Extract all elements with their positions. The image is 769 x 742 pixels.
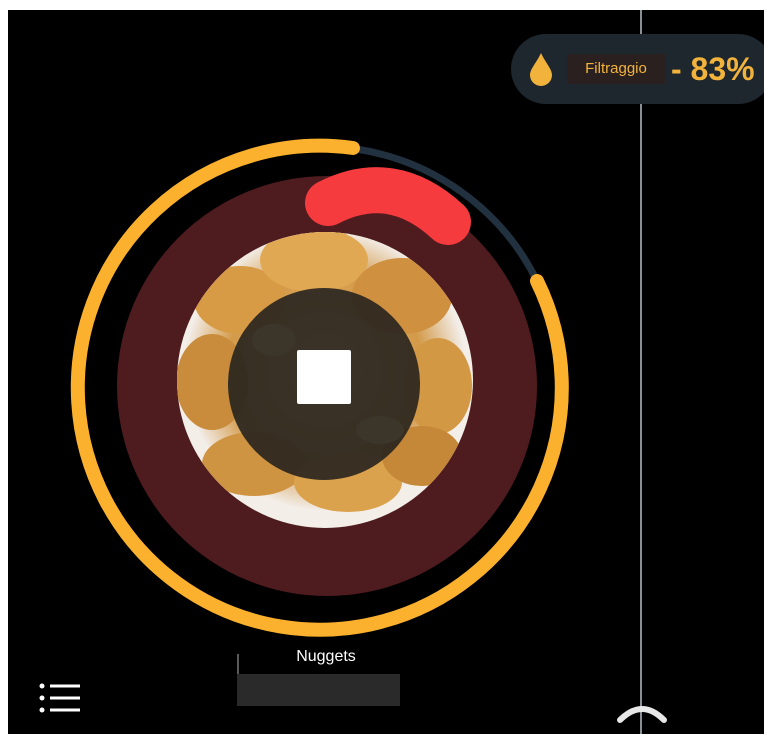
chevron-up-icon[interactable] [616, 702, 668, 724]
cooking-dial [70, 138, 569, 637]
fryer-screen: Filtraggio - 83% Nuggets [8, 10, 764, 734]
stop-button[interactable] [297, 350, 351, 404]
program-bar[interactable] [237, 674, 400, 706]
program-name: Nuggets [296, 648, 356, 665]
menu-icon[interactable] [38, 682, 82, 714]
